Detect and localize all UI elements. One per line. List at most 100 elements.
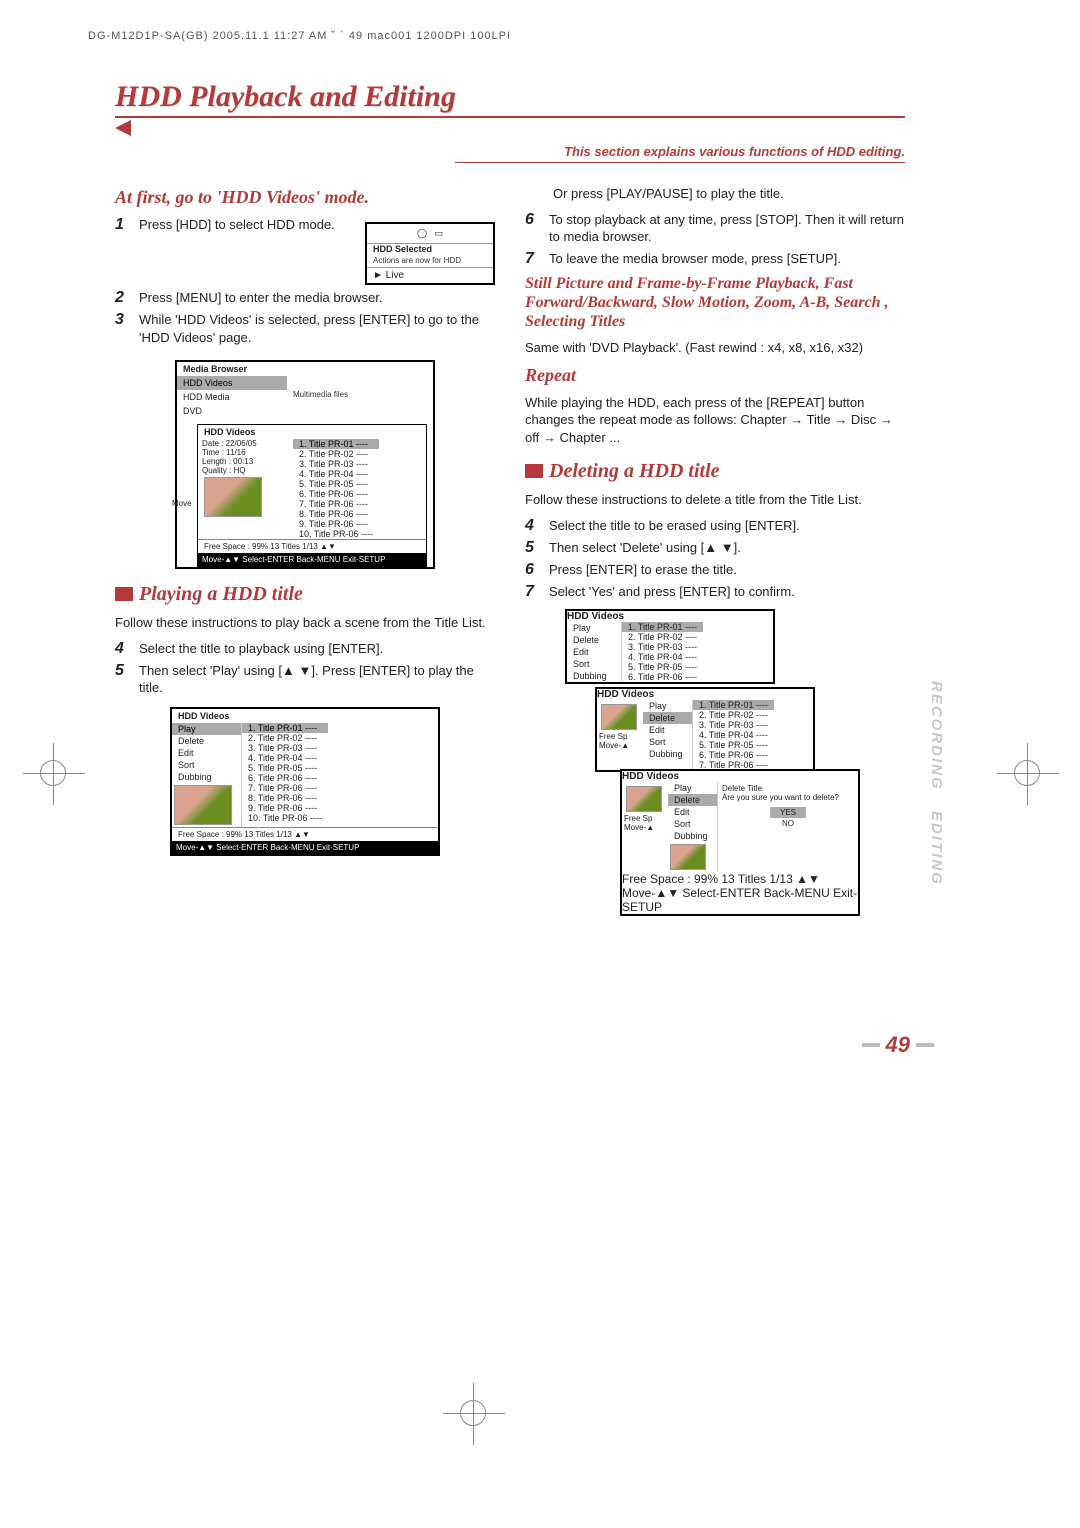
media-browser-wrap: Media Browser HDD Videos HDD Media DVD M… <box>175 354 435 569</box>
page-content: HDD Playback and Editing This section ex… <box>115 80 905 919</box>
menu-item: Dubbing <box>643 748 692 760</box>
step-text: Select the title to playback using [ENTE… <box>139 640 383 658</box>
free-label: Free Sp <box>624 814 666 823</box>
menu-item: Delete <box>172 735 241 747</box>
step-text: While 'HDD Videos' is selected, press [E… <box>139 311 495 346</box>
step-number: 5 <box>525 539 539 557</box>
hv-status: Free Space : 99% 13 Titles 1/13 ▲▼ <box>198 539 426 553</box>
delete-intro: Follow these instructions to delete a ti… <box>525 491 905 509</box>
meta-line: Date : 22/06/05 <box>202 439 289 448</box>
thumbnail-icon <box>174 785 232 825</box>
repeat-heading: Repeat <box>525 365 905 386</box>
step-text: Press [MENU] to enter the media browser. <box>139 289 382 307</box>
hdd-selected-title: HDD Selected <box>367 243 493 254</box>
list-item: 3. Title PR-03 ---- <box>622 642 703 652</box>
step-text: Select the title to be erased using [ENT… <box>549 517 800 535</box>
menu-item: Dubbing <box>668 830 717 842</box>
no-button: NO <box>782 819 794 828</box>
section-intro: This section explains various functions … <box>455 144 905 163</box>
triangle-icon <box>115 120 131 136</box>
dialog-title: Delete Title <box>722 784 854 793</box>
panel-title: HDD Videos <box>597 689 813 700</box>
hdd-selected-panel: ◯ ▭ HDD Selected Actions are now for HDD… <box>365 222 495 285</box>
free-label: Free Sp <box>599 732 641 741</box>
list-item: 7. Title PR-06 ---- <box>242 783 328 793</box>
registration-mark-right <box>1014 760 1040 786</box>
registration-mark-left <box>40 760 66 786</box>
list-item: 9. Title PR-06 ---- <box>293 519 379 529</box>
play-panel: HDD Videos Play Delete Edit Sort Dubbing… <box>170 707 440 856</box>
meta-line: Time : 11/16 <box>202 448 289 457</box>
media-browser-panel: Media Browser HDD Videos HDD Media DVD M… <box>175 360 435 569</box>
hv-title: HDD Videos <box>198 425 426 439</box>
meta-line: Length : 00:13 <box>202 457 289 466</box>
step-number: 6 <box>525 211 539 246</box>
step-number: 4 <box>525 517 539 535</box>
menu-item: Delete <box>668 794 717 806</box>
step-text: Select 'Yes' and press [ENTER] to confir… <box>549 583 795 601</box>
thumbnail-icon <box>204 477 262 517</box>
menu-item: Play <box>172 723 241 735</box>
list-item: 1. Title PR-01 ---- <box>693 700 774 710</box>
step-text: Press [HDD] to select HDD mode. <box>139 216 335 285</box>
menu-item: Play <box>567 622 621 634</box>
delete-cascade: HDD Videos Play Delete Edit Sort Dubbing… <box>565 609 845 919</box>
cascade-panel-3: HDD Videos Free Sp Move-▲ Play Delete Ed… <box>620 769 860 916</box>
still-body: Same with 'DVD Playback'. (Fast rewind :… <box>525 339 905 357</box>
list-item: 3. Title PR-03 ---- <box>242 743 328 753</box>
step-text: Then select 'Play' using [▲ ▼]. Press [E… <box>139 662 495 697</box>
live-label: ► Live <box>367 267 493 283</box>
list-item: 9. Title PR-06 ---- <box>242 803 328 813</box>
action-menu: Play Delete Edit Sort Dubbing <box>172 723 242 827</box>
list-item: 3. Title PR-03 ---- <box>293 459 379 469</box>
panel-title: HDD Videos <box>172 709 438 723</box>
move-label: Move <box>172 499 192 508</box>
hv-foot: Move-▲▼ Select-ENTER Back-MENU Exit-SETU… <box>198 553 426 566</box>
cascade-panel-2: HDD Videos Free Sp Move-▲ Play Delete Ed… <box>595 687 815 772</box>
list-item: 1. Title PR-01 ---- <box>293 439 379 449</box>
media-browser-title: Media Browser <box>177 362 433 376</box>
menu-item: Play <box>668 782 717 794</box>
title-list: 1. Title PR-01 ---- 2. Title PR-02 ---- … <box>242 723 328 827</box>
dialog-question: Are you sure you want to delete? <box>722 793 854 802</box>
playing-heading: Playing a HDD title <box>115 583 495 606</box>
list-item: 6. Title PR-06 ---- <box>293 489 379 499</box>
menu-item: Sort <box>668 818 717 830</box>
menu-item: Edit <box>172 747 241 759</box>
thumbnail-icon <box>626 786 662 812</box>
list-item: 2. Title PR-02 ---- <box>693 710 774 720</box>
menu-item: Edit <box>643 724 692 736</box>
step-number: 2 <box>115 289 129 307</box>
step-text: To leave the media browser mode, press [… <box>549 250 841 268</box>
menu-item: Edit <box>567 646 621 658</box>
menu-item: Sort <box>643 736 692 748</box>
mb-item: HDD Media <box>177 390 287 404</box>
or-press: Or press [PLAY/PAUSE] to play the title. <box>553 185 905 203</box>
list-item: 5. Title PR-05 ---- <box>242 763 328 773</box>
left-column: At first, go to 'HDD Videos' mode. 1 Pre… <box>115 181 495 919</box>
print-header: DG-M12D1P-SA(GB) 2005.11.1 11:27 AM ˘ ` … <box>88 30 511 42</box>
menu-item: Dubbing <box>172 771 241 783</box>
thumbnail-icon <box>670 844 706 870</box>
panel-title: HDD Videos <box>622 771 858 782</box>
step-number: 7 <box>525 250 539 268</box>
list-item: 5. Title PR-05 ---- <box>293 479 379 489</box>
move-label: Move-▲ <box>624 823 666 832</box>
step-number: 4 <box>115 640 129 658</box>
step-number: 1 <box>115 216 129 285</box>
list-item: 3. Title PR-03 ---- <box>693 720 774 730</box>
meta-line: Quality : HQ <box>202 466 289 475</box>
list-item: 4. Title PR-04 ---- <box>293 469 379 479</box>
step-number: 6 <box>525 561 539 579</box>
mb-item: DVD <box>177 404 287 418</box>
list-item: 4. Title PR-04 ---- <box>242 753 328 763</box>
list-item: 4. Title PR-04 ---- <box>622 652 703 662</box>
list-item: 8. Title PR-06 ---- <box>242 793 328 803</box>
hdd-videos-panel: HDD Videos Date : 22/06/05 Time : 11/16 … <box>197 424 427 567</box>
right-column: RECORDING EDITING Or press [PLAY/PAUSE] … <box>525 181 905 919</box>
thumbnail-icon <box>601 704 637 730</box>
menu-item: Delete <box>567 634 621 646</box>
menu-item: Edit <box>668 806 717 818</box>
list-item: 2. Title PR-02 ---- <box>242 733 328 743</box>
menu-item: Sort <box>567 658 621 670</box>
